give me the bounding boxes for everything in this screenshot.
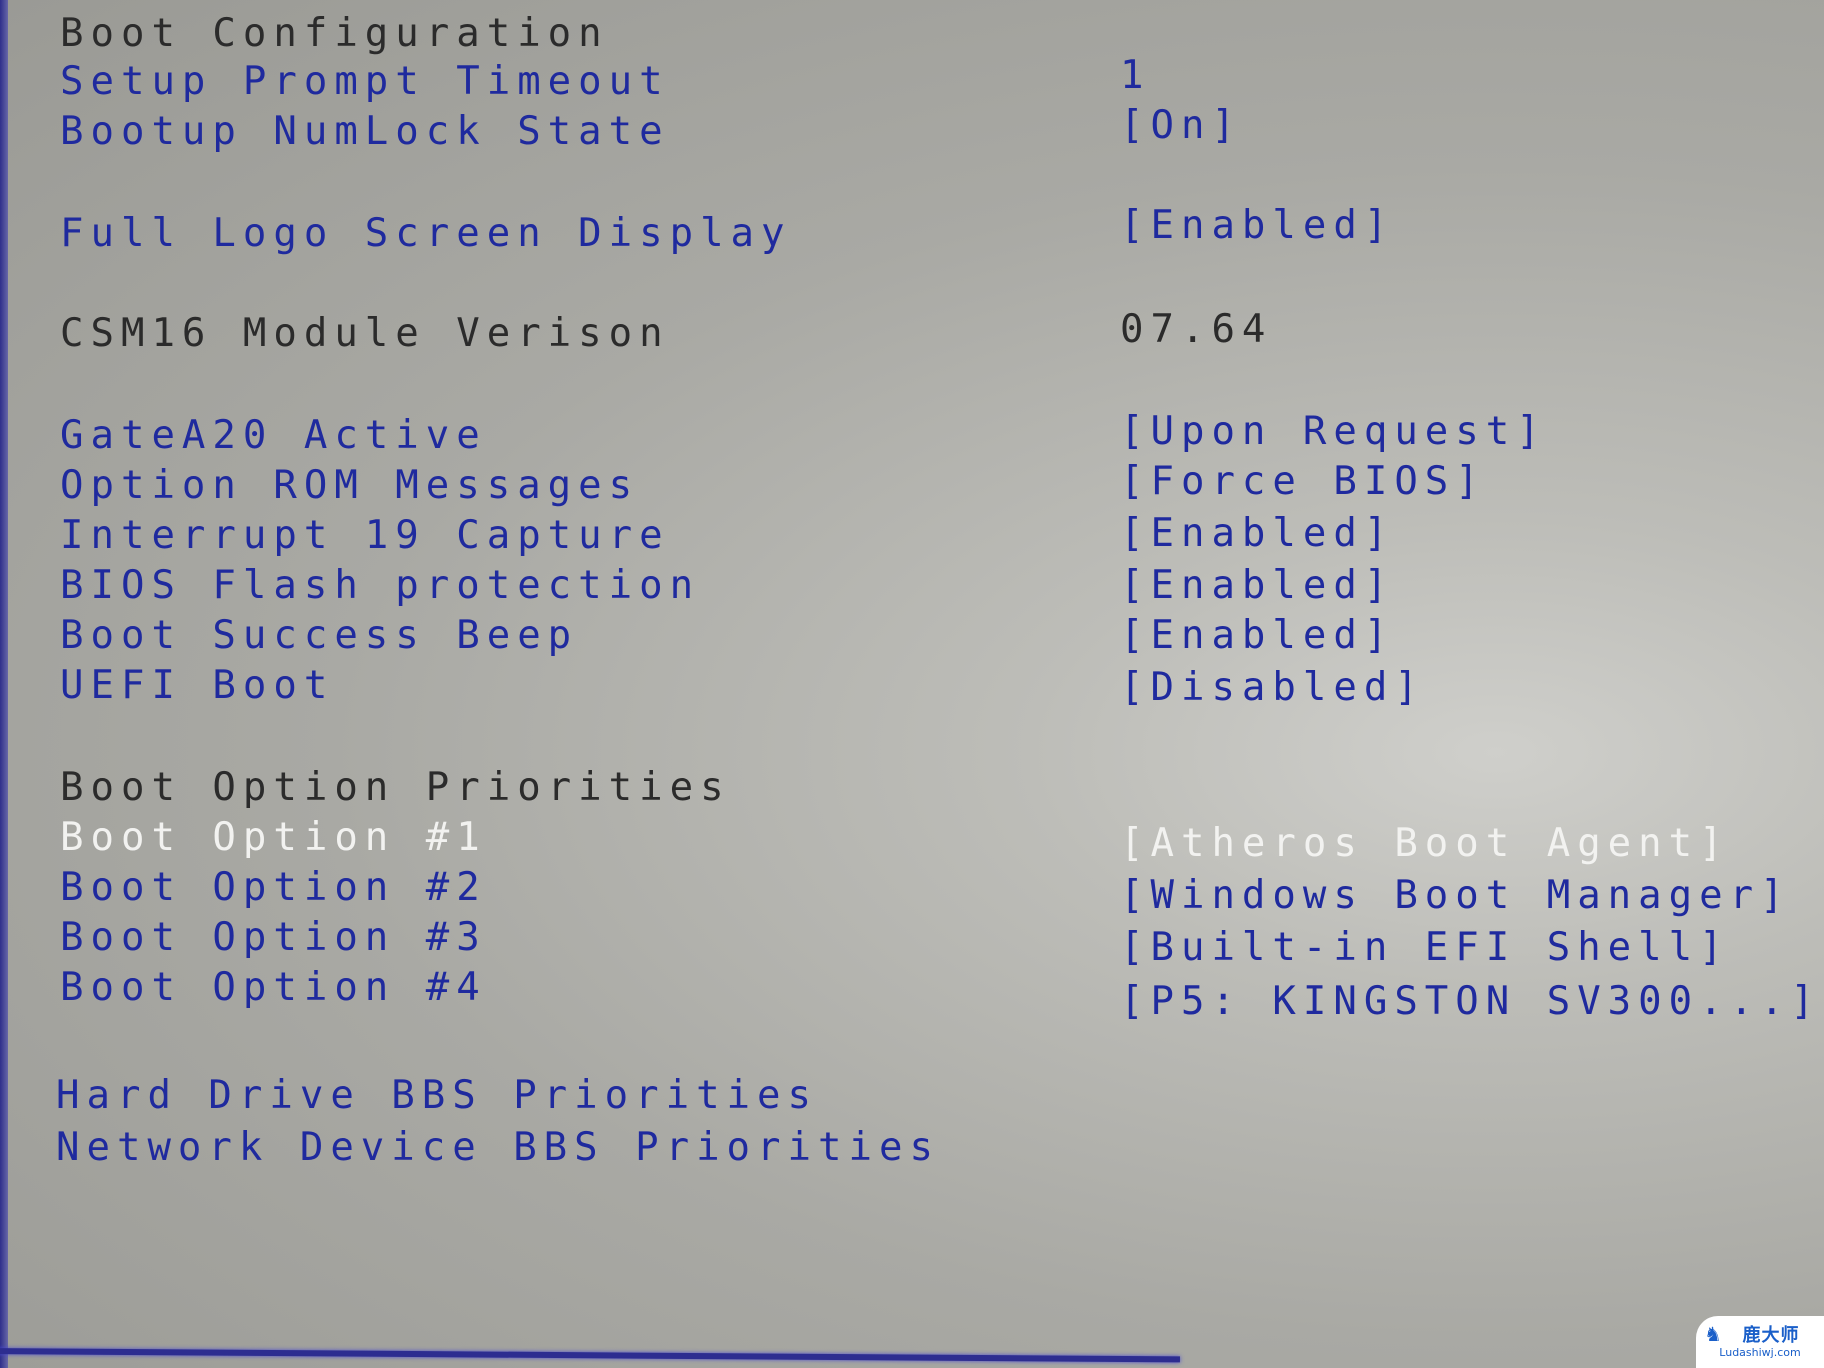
boot-option-1[interactable]: Boot Option #1 <box>60 816 487 860</box>
setting-uefi-boot[interactable]: UEFI Boot <box>60 664 334 708</box>
boot-option-2-value[interactable]: [Windows Boot Manager] <box>1120 874 1791 918</box>
setting-option-rom-messages[interactable]: Option ROM Messages <box>60 464 639 508</box>
setting-bios-flash-protection-value[interactable]: [Enabled] <box>1120 564 1394 608</box>
setting-option-rom-messages-value[interactable]: [Force BIOS] <box>1120 460 1486 504</box>
boot-option-4-value[interactable]: [P5: KINGSTON SV300...] <box>1120 980 1821 1024</box>
screen-bottom-border <box>0 1348 1180 1363</box>
watermark-title: 鹿大师 <box>1742 1324 1800 1346</box>
setting-interrupt-19-capture[interactable]: Interrupt 19 Capture <box>60 514 670 558</box>
setting-full-logo-screen-display-value[interactable]: [Enabled] <box>1120 204 1394 248</box>
setting-uefi-boot-value[interactable]: [Disabled] <box>1120 666 1425 710</box>
setting-full-logo-screen-display[interactable]: Full Logo Screen Display <box>60 212 792 256</box>
boot-option-4[interactable]: Boot Option #4 <box>60 966 487 1010</box>
boot-priorities-title: Boot Option Priorities <box>60 765 731 810</box>
setting-setup-prompt-timeout-value[interactable]: 1 <box>1120 54 1150 98</box>
boot-option-3[interactable]: Boot Option #3 <box>60 916 487 960</box>
watermark: ♞ 鹿大师 Ludashiwj.com <box>1696 1316 1824 1368</box>
setting-bootup-numlock-state-value[interactable]: [On] <box>1120 104 1242 148</box>
screen-left-border <box>0 0 8 1368</box>
submenu-network-device-bbs-priorities[interactable]: Network Device BBS Priorities <box>56 1126 940 1170</box>
watermark-url: Ludashiwj.com <box>1719 1345 1801 1359</box>
setting-boot-success-beep-value[interactable]: [Enabled] <box>1120 614 1394 658</box>
boot-option-1-value[interactable]: [Atheros Boot Agent] <box>1120 822 1730 866</box>
setting-gatea20-active-value[interactable]: [Upon Request] <box>1120 410 1547 454</box>
setting-bootup-numlock-state[interactable]: Bootup NumLock State <box>60 110 670 154</box>
boot-option-3-value[interactable]: [Built-in EFI Shell] <box>1120 926 1730 970</box>
section-title: Boot Configuration <box>60 11 609 56</box>
setting-interrupt-19-capture-value[interactable]: [Enabled] <box>1120 512 1394 556</box>
boot-option-2[interactable]: Boot Option #2 <box>60 866 487 910</box>
info-csm16-module-version: CSM16 Module Verison <box>60 311 670 356</box>
submenu-hard-drive-bbs-priorities[interactable]: Hard Drive BBS Priorities <box>56 1074 818 1118</box>
setting-bios-flash-protection[interactable]: BIOS Flash protection <box>60 564 700 608</box>
info-csm16-module-version-value: 07.64 <box>1120 307 1273 352</box>
deer-logo-icon: ♞ <box>1704 1322 1722 1346</box>
setting-setup-prompt-timeout[interactable]: Setup Prompt Timeout <box>60 60 670 104</box>
setting-gatea20-active[interactable]: GateA20 Active <box>60 414 487 458</box>
setting-boot-success-beep[interactable]: Boot Success Beep <box>60 614 578 658</box>
